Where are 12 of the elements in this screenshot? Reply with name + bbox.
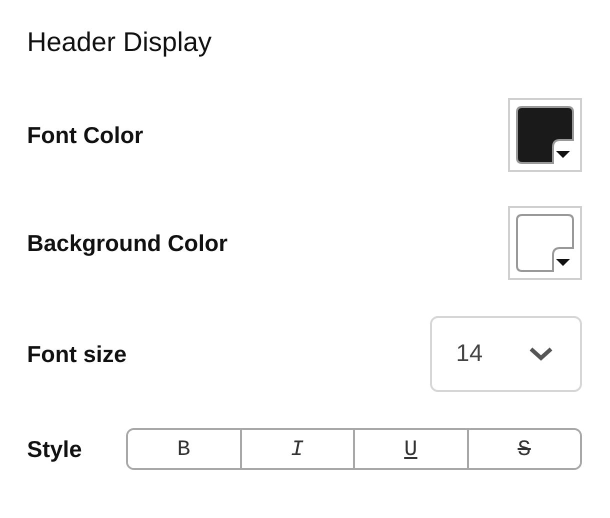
color-picker-button[interactable] bbox=[508, 98, 582, 172]
color-picker-button[interactable] bbox=[508, 206, 582, 280]
strike-button[interactable]: S bbox=[466, 430, 580, 468]
setting-label: Background Color bbox=[27, 230, 228, 256]
setting-label: Style bbox=[27, 436, 82, 462]
setting-label: Font size bbox=[27, 340, 127, 368]
caret-icon bbox=[556, 151, 570, 158]
caret-icon bbox=[556, 259, 570, 266]
chevron-down-icon bbox=[528, 346, 554, 362]
section-title: Header Display bbox=[27, 26, 212, 59]
setting-label: Font Color bbox=[27, 122, 144, 148]
font-size-dropdown[interactable]: 14 bbox=[430, 316, 582, 392]
